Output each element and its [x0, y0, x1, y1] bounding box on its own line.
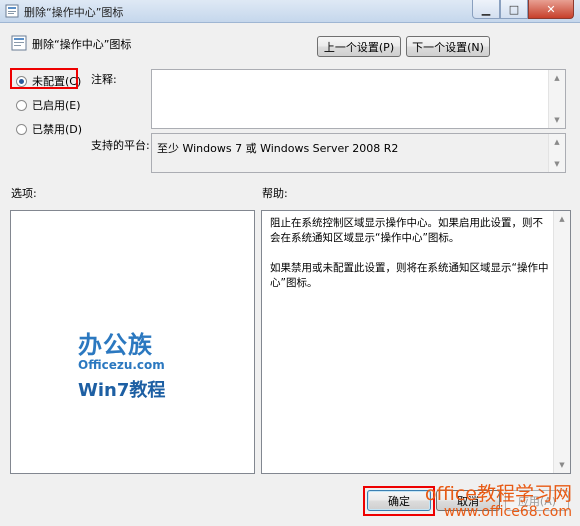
radio-indicator	[16, 99, 27, 111]
title-bar: 删除“操作中心”图标 ▁ □ ✕	[0, 0, 580, 23]
comment-field[interactable]: ▲ ▼	[151, 69, 566, 129]
help-scrollbar[interactable]: ▲ ▼	[553, 211, 570, 473]
supported-label: 支持的平台:	[91, 139, 150, 152]
site-watermark: office教程学习网 www.office68.com	[425, 479, 572, 520]
help-panel: 阻止在系统控制区域显示操作中心。如果启用此设置，则不会在系统通知区域显示“操作中…	[261, 210, 571, 474]
policy-title: 删除“操作中心”图标	[32, 38, 132, 51]
watermark-subtitle: Win7教程	[78, 380, 166, 401]
watermark-brand: 办公族	[78, 331, 153, 359]
supported-field: 至少 Windows 7 或 Windows Server 2008 R2 ▲ …	[151, 133, 566, 173]
policy-icon	[5, 4, 19, 18]
maximize-button[interactable]: □	[500, 0, 528, 19]
radio-not-configured[interactable]: 未配置(C)	[16, 73, 81, 89]
scroll-up-icon[interactable]: ▲	[549, 70, 565, 86]
scroll-up-icon[interactable]: ▲	[549, 134, 565, 150]
window-title: 删除“操作中心”图标	[24, 6, 124, 19]
help-label: 帮助:	[262, 187, 288, 200]
scroll-down-icon[interactable]: ▼	[554, 457, 570, 473]
radio-label: 已启用(E)	[32, 99, 81, 112]
radio-indicator	[16, 123, 27, 135]
radio-enabled[interactable]: 已启用(E)	[16, 97, 81, 113]
options-label: 选项:	[11, 187, 37, 200]
close-icon: ✕	[546, 2, 556, 16]
maximize-icon: □	[508, 2, 520, 16]
close-button[interactable]: ✕	[528, 0, 574, 19]
policy-icon	[11, 35, 27, 51]
radio-label: 未配置(C)	[32, 75, 82, 88]
radio-disabled[interactable]: 已禁用(D)	[16, 121, 82, 137]
comment-label: 注释:	[91, 73, 117, 86]
scroll-down-icon[interactable]: ▼	[549, 112, 565, 128]
help-text: 阻止在系统控制区域显示操作中心。如果启用此设置，则不会在系统通知区域显示“操作中…	[270, 217, 549, 289]
supported-scrollbar[interactable]: ▲ ▼	[548, 134, 565, 172]
watermark-logo: 办公族 Officezu.com Win7教程	[78, 325, 178, 402]
site-watermark-title: office教程学习网	[424, 483, 572, 505]
scroll-down-icon[interactable]: ▼	[549, 156, 565, 172]
minimize-button[interactable]: ▁	[472, 0, 500, 19]
supported-value: 至少 Windows 7 或 Windows Server 2008 R2	[157, 142, 399, 155]
previous-setting-button[interactable]: 上一个设置(P)	[317, 36, 401, 57]
watermark-url: Officezu.com	[78, 358, 165, 372]
next-setting-button[interactable]: 下一个设置(N)	[406, 36, 490, 57]
radio-indicator	[16, 75, 27, 87]
site-watermark-url: www.office68.com	[443, 504, 572, 520]
scroll-up-icon[interactable]: ▲	[554, 211, 570, 227]
minimize-icon: ▁	[481, 2, 491, 16]
radio-label: 已禁用(D)	[32, 123, 83, 136]
comment-scrollbar[interactable]: ▲ ▼	[548, 70, 565, 128]
